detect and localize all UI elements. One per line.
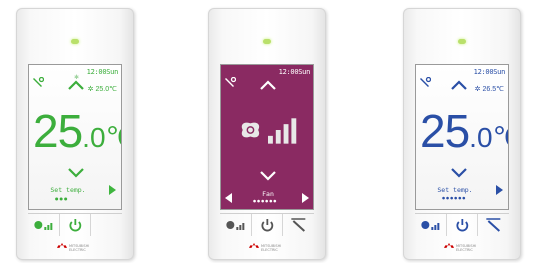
page-dots: ●●●●●● xyxy=(442,196,467,200)
vane-button[interactable] xyxy=(283,214,314,236)
power-button[interactable] xyxy=(60,214,92,236)
page-dots: ●●● xyxy=(55,196,69,201)
temp-unit: ℃ xyxy=(493,122,508,153)
temp-up-arrow-icon[interactable] xyxy=(67,80,85,90)
mode-caption: Set temp. xyxy=(50,186,86,194)
status-led xyxy=(263,39,271,44)
brand-name: MITSUBISHI ELECTRIC xyxy=(456,244,476,252)
mitsubishi-logo: MITSUBISHI ELECTRIC xyxy=(249,242,285,254)
controller-unit-3: 12:00Sun ✲ 26.5℃ 25.0℃ Set temp. ●●●●●● xyxy=(403,8,521,260)
wrench-icon[interactable] xyxy=(224,77,236,89)
room-temperature: 25.0℃ xyxy=(33,105,121,157)
mode-caption: Fan xyxy=(262,190,274,198)
power-icon xyxy=(261,219,273,232)
fan-speed-large-icon xyxy=(241,118,297,144)
set-temperature-small: ✲ 26.5℃ xyxy=(475,85,504,93)
set-temp-value: 26.5℃ xyxy=(482,86,505,93)
temp-decimal: .0 xyxy=(469,122,493,153)
lcd-screen-1: 12:00Sun ✱ ✲ 25.0℃ 25.0℃ Set temp. ●●● xyxy=(28,64,122,210)
clock-display: 12:00Sun xyxy=(86,68,119,76)
fan-speed-icon xyxy=(34,221,53,230)
page-dots: ●●●●●● xyxy=(253,199,278,203)
brand-line2: ELECTRIC xyxy=(69,247,86,252)
temp-down-arrow-icon[interactable] xyxy=(67,168,85,178)
temp-integer: 25 xyxy=(33,105,83,157)
brand-line2: ELECTRIC xyxy=(261,247,278,252)
vane-icon xyxy=(486,218,501,232)
power-icon xyxy=(456,219,468,232)
next-page-arrow-icon[interactable] xyxy=(109,185,116,195)
sun-icon: ✲ xyxy=(87,86,94,93)
temp-integer: 25 xyxy=(420,105,470,157)
temp-up-arrow-icon[interactable] xyxy=(450,80,468,90)
right-arrow-icon[interactable] xyxy=(302,193,309,203)
lcd-screen-3: 12:00Sun ✲ 26.5℃ 25.0℃ Set temp. ●●●●●● xyxy=(415,64,509,210)
temp-down-arrow-icon[interactable] xyxy=(450,168,468,178)
room-temperature: 25.0℃ xyxy=(420,105,508,157)
fan-speed-icon xyxy=(226,221,245,230)
down-arrow-icon[interactable] xyxy=(259,171,277,181)
wrench-icon[interactable] xyxy=(32,77,44,89)
power-icon xyxy=(69,219,81,232)
next-page-arrow-icon[interactable] xyxy=(496,185,503,195)
mitsubishi-logo: MITSUBISHI ELECTRIC xyxy=(57,242,93,254)
up-arrow-icon[interactable] xyxy=(259,80,277,90)
vane-icon xyxy=(291,218,306,232)
button-bar xyxy=(220,213,314,236)
fan-speed-button[interactable] xyxy=(28,214,60,236)
controller-unit-1: 12:00Sun ✱ ✲ 25.0℃ 25.0℃ Set temp. ●●● xyxy=(16,8,134,260)
mode-caption: Set temp. xyxy=(437,186,473,194)
brand-name: MITSUBISHI ELECTRIC xyxy=(261,244,281,252)
button-bar xyxy=(415,213,509,236)
set-temp-value: 25.0℃ xyxy=(95,86,118,93)
fan-speed-button[interactable] xyxy=(220,214,252,236)
set-temperature-small: ✲ 25.0℃ xyxy=(88,85,117,93)
sun-icon: ✲ xyxy=(474,86,481,93)
button-bar xyxy=(28,213,122,236)
brand-name: MITSUBISHI ELECTRIC xyxy=(69,244,89,252)
temp-decimal: .0 xyxy=(82,122,106,153)
fan-speed-button[interactable] xyxy=(415,214,447,236)
power-button[interactable] xyxy=(252,214,284,236)
vane-button[interactable] xyxy=(478,214,509,236)
mitsubishi-logo: MITSUBISHI ELECTRIC xyxy=(444,242,480,254)
power-button[interactable] xyxy=(447,214,479,236)
controller-unit-2: 12:00Sun Fan ●●●●●● MITSUBISHI ELECTRIC xyxy=(208,8,326,260)
clock-display: 12:00Sun xyxy=(473,68,506,76)
wrench-icon[interactable] xyxy=(419,77,431,89)
clock-display: 12:00Sun xyxy=(278,68,311,76)
status-led xyxy=(71,39,79,44)
blank-button[interactable] xyxy=(91,214,122,236)
status-led xyxy=(458,39,466,44)
brand-line2: ELECTRIC xyxy=(456,247,473,252)
fan-speed-icon xyxy=(421,221,440,230)
temp-unit: ℃ xyxy=(106,122,121,153)
lcd-screen-2: 12:00Sun Fan ●●●●●● xyxy=(220,64,314,210)
